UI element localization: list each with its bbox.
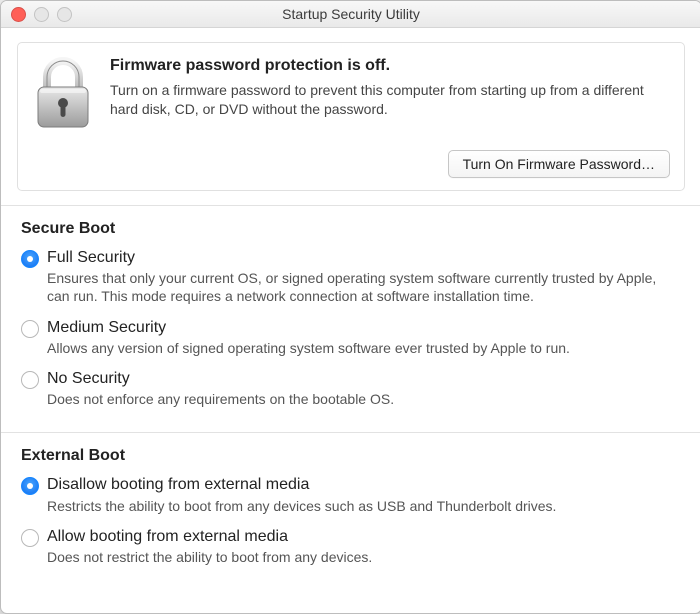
option-description: Allows any version of signed operating s… [47, 339, 681, 357]
option-label: Full Security [47, 248, 681, 267]
titlebar[interactable]: Startup Security Utility [1, 1, 700, 28]
window-body: Firmware password protection is off. Tur… [1, 28, 700, 584]
app-window: Startup Security Utility [0, 0, 700, 614]
option-description: Restricts the ability to boot from any d… [47, 497, 681, 515]
lock-icon [32, 57, 94, 136]
option-label: Disallow booting from external media [47, 475, 681, 494]
minimize-icon[interactable] [34, 7, 49, 22]
external-boot-section: External Boot Disallow booting from exte… [17, 447, 685, 576]
secure-boot-option-none[interactable]: No Security Does not enforce any require… [21, 365, 681, 416]
firmware-panel: Firmware password protection is off. Tur… [17, 42, 685, 191]
close-icon[interactable] [11, 7, 26, 22]
radio-full-security[interactable] [21, 250, 39, 268]
option-description: Does not enforce any requirements on the… [47, 390, 681, 408]
window-controls [11, 7, 72, 22]
option-label: No Security [47, 369, 681, 388]
option-description: Ensures that only your current OS, or si… [47, 269, 681, 305]
radio-disallow-external[interactable] [21, 477, 39, 495]
external-boot-title: External Boot [21, 447, 681, 465]
firmware-message: Firmware password protection is off. Tur… [110, 57, 670, 136]
external-boot-option-disallow[interactable]: Disallow booting from external media Res… [21, 471, 681, 522]
secure-boot-option-full[interactable]: Full Security Ensures that only your cur… [21, 244, 681, 314]
firmware-description: Turn on a firmware password to prevent t… [110, 81, 670, 119]
secure-boot-section: Secure Boot Full Security Ensures that o… [17, 220, 685, 418]
option-label: Medium Security [47, 318, 681, 337]
zoom-icon[interactable] [57, 7, 72, 22]
firmware-heading: Firmware password protection is off. [110, 57, 670, 75]
divider [1, 432, 700, 433]
turn-on-firmware-password-button[interactable]: Turn On Firmware Password… [448, 150, 670, 178]
divider [1, 205, 700, 206]
secure-boot-option-medium[interactable]: Medium Security Allows any version of si… [21, 314, 681, 365]
option-description: Does not restrict the ability to boot fr… [47, 548, 681, 566]
external-boot-option-allow[interactable]: Allow booting from external media Does n… [21, 523, 681, 574]
radio-allow-external[interactable] [21, 529, 39, 547]
window-title: Startup Security Utility [282, 6, 420, 22]
option-label: Allow booting from external media [47, 527, 681, 546]
radio-no-security[interactable] [21, 371, 39, 389]
radio-medium-security[interactable] [21, 320, 39, 338]
secure-boot-title: Secure Boot [21, 220, 681, 238]
